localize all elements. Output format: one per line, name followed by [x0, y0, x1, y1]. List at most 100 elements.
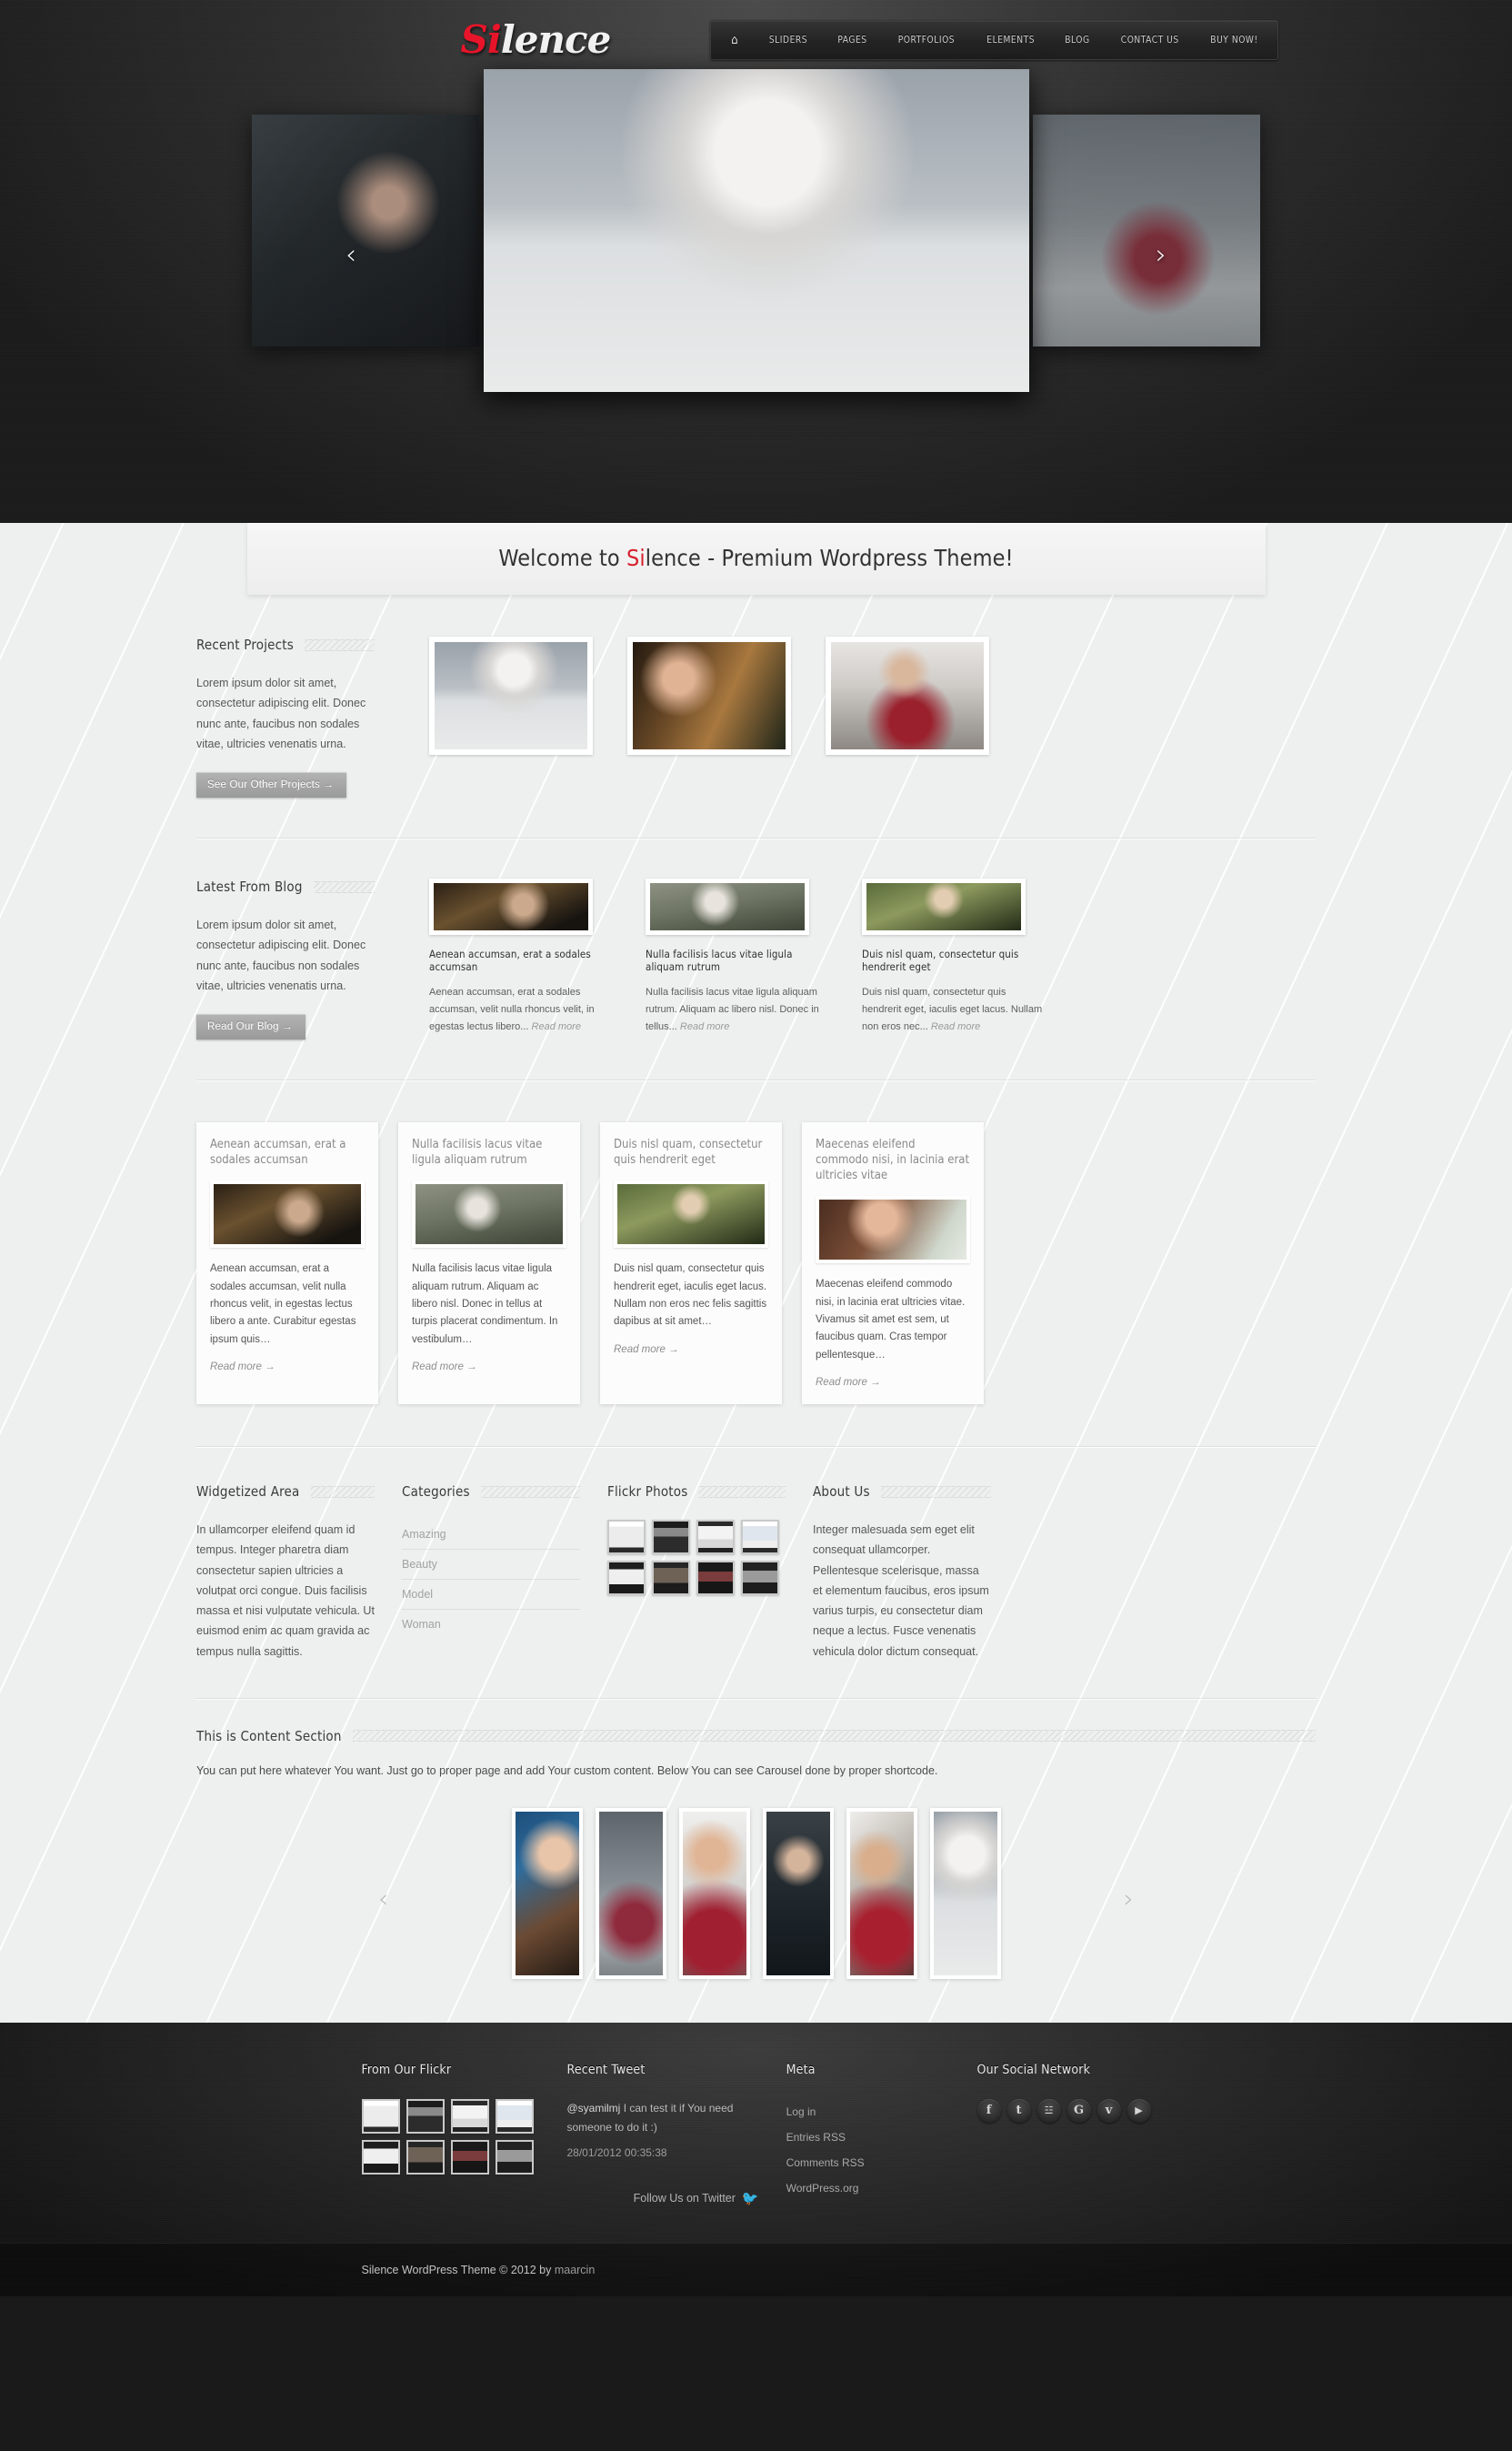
- carousel-item[interactable]: [762, 1807, 834, 1979]
- project-image: [633, 642, 786, 749]
- list-item: Comments RSS: [786, 2150, 950, 2175]
- carousel-item[interactable]: [846, 1807, 917, 1979]
- blog-post-thumb[interactable]: [646, 879, 809, 935]
- nav-item-elements[interactable]: ELEMENTS: [974, 21, 1046, 59]
- see-other-projects-button[interactable]: See Our Other Projects →: [196, 772, 347, 798]
- copyright-author[interactable]: maarcin: [555, 2264, 595, 2276]
- carousel-next-arrow-icon[interactable]: ›: [1124, 1885, 1134, 1912]
- read-our-blog-button[interactable]: Read Our Blog →: [196, 1014, 305, 1040]
- blog-post-title[interactable]: Aenean accumsan, erat a sodales accumsan: [429, 948, 611, 973]
- card-title[interactable]: Nulla facilisis lacus vitae ligula aliqu…: [412, 1137, 566, 1168]
- hero-slide-previous[interactable]: [252, 115, 479, 347]
- youtube-icon[interactable]: ▶: [1126, 2098, 1151, 2123]
- meta-link-comments-rss[interactable]: Comments RSS: [786, 2150, 950, 2175]
- google-icon[interactable]: G: [1066, 2098, 1091, 2123]
- nav-item-portfolios[interactable]: PORTFOLIOS: [886, 21, 967, 59]
- flickr-thumb[interactable]: [495, 2139, 534, 2175]
- flickr-thumb[interactable]: [741, 1520, 779, 1555]
- blog-read-more-link[interactable]: Read more: [532, 1021, 581, 1032]
- carousel-item[interactable]: [511, 1807, 583, 1979]
- facebook-icon[interactable]: f: [976, 2098, 1001, 2123]
- category-link-beauty[interactable]: Beauty: [402, 1550, 580, 1579]
- widget-body-text: In ullamcorper eleifend quam id tempus. …: [196, 1523, 375, 1658]
- main-navigation: ⌂ SLIDERS PAGES PORTFOLIOS ELEMENTS BLOG…: [710, 20, 1279, 60]
- site-logo[interactable]: Silence: [461, 21, 612, 59]
- flickr-thumb-image: [743, 1522, 777, 1553]
- blog-post-image: [650, 883, 805, 930]
- carousel-item[interactable]: [595, 1807, 666, 1979]
- project-thumb[interactable]: [627, 637, 791, 755]
- project-thumb[interactable]: [429, 637, 593, 755]
- carousel-item[interactable]: [678, 1807, 750, 1979]
- blog-post-thumb[interactable]: [429, 879, 593, 935]
- nav-item-pages[interactable]: PAGES: [825, 21, 879, 59]
- portfolio-card: Nulla facilisis lacus vitae ligula aliqu…: [398, 1122, 580, 1405]
- card-title[interactable]: Maecenas eleifend commodo nisi, in lacin…: [816, 1137, 970, 1183]
- card-title[interactable]: Aenean accumsan, erat a sodales accumsan: [210, 1137, 365, 1168]
- blog-post-title[interactable]: Duis nisl quam, consectetur quis hendrer…: [862, 948, 1044, 973]
- tweet-handle[interactable]: @syamilmj: [567, 2102, 621, 2114]
- category-link-amazing[interactable]: Amazing: [402, 1520, 580, 1549]
- follow-twitter-link[interactable]: Follow Us on Twitter 🐦: [567, 2190, 759, 2206]
- nav-item-buy-now[interactable]: BUY NOW!: [1198, 21, 1271, 59]
- flickr-thumb[interactable]: [361, 2098, 400, 2134]
- category-link-woman[interactable]: Woman: [402, 1610, 580, 1639]
- flickr-thumb[interactable]: [450, 2098, 489, 2134]
- card-thumb[interactable]: [816, 1196, 970, 1264]
- flickr-thumb[interactable]: [741, 1561, 779, 1596]
- flickr-thumb[interactable]: [652, 1561, 690, 1596]
- blog-post-thumb[interactable]: [862, 879, 1026, 935]
- site-footer: From Our Flickr Recent Tweet @syamilmj I…: [0, 2023, 1512, 2296]
- meta-link-entries-rss[interactable]: Entries RSS: [786, 2125, 950, 2150]
- card-title[interactable]: Duis nisl quam, consectetur quis hendrer…: [614, 1137, 768, 1168]
- project-thumb[interactable]: [826, 637, 989, 755]
- card-excerpt: Nulla facilisis lacus vitae ligula aliqu…: [412, 1263, 558, 1345]
- flickr-thumb[interactable]: [607, 1561, 646, 1596]
- nav-item-contact-us[interactable]: CONTACT US: [1108, 21, 1192, 59]
- hero-slide-next[interactable]: [1033, 115, 1260, 347]
- list-item: Entries RSS: [786, 2125, 950, 2150]
- flickr-thumb[interactable]: [406, 2098, 445, 2134]
- tweet-body: @syamilmj I can test it if You need some…: [567, 2099, 759, 2137]
- card-thumb[interactable]: [210, 1180, 365, 1249]
- widget-heading: Flickr Photos: [607, 1483, 786, 1500]
- meta-link-login[interactable]: Log in: [786, 2099, 950, 2125]
- flickr-thumb[interactable]: [450, 2139, 489, 2175]
- title-hatch-decoration: [352, 1730, 1316, 1743]
- flickr-thumb[interactable]: [696, 1561, 735, 1596]
- blog-read-more-link[interactable]: Read more: [680, 1021, 729, 1032]
- card-read-more-link[interactable]: Read more →: [412, 1361, 566, 1372]
- card-thumb[interactable]: [412, 1180, 566, 1249]
- hero-next-arrow-icon[interactable]: ›: [1156, 242, 1167, 269]
- carousel-prev-arrow-icon[interactable]: ‹: [378, 1885, 388, 1912]
- nav-item-blog[interactable]: BLOG: [1053, 21, 1103, 59]
- welcome-banner: Welcome to Silence - Premium Wordpress T…: [246, 523, 1266, 595]
- flickr-thumb[interactable]: [652, 1520, 690, 1555]
- latest-blog-grid: Aenean accumsan, erat a sodales accumsan…: [429, 879, 1044, 1040]
- card-read-more-link[interactable]: Read more →: [210, 1361, 365, 1372]
- blog-post-title[interactable]: Nulla facilisis lacus vitae ligula aliqu…: [646, 948, 827, 973]
- rss-icon[interactable]: ☳: [1036, 2098, 1061, 2123]
- twitter-icon[interactable]: t: [1006, 2098, 1031, 2123]
- hero-prev-arrow-icon[interactable]: ‹: [345, 242, 356, 269]
- blog-read-more-link[interactable]: Read more: [931, 1021, 980, 1032]
- flickr-thumb[interactable]: [406, 2139, 445, 2175]
- portfolio-cards-section: Aenean accumsan, erat a sodales accumsan…: [0, 1080, 1512, 1446]
- latest-blog-intro: Latest From Blog Lorem ipsum dolor sit a…: [196, 879, 375, 1040]
- hero-slide-current[interactable]: [483, 69, 1029, 392]
- meta-link-wordpress-org[interactable]: WordPress.org: [786, 2175, 950, 2201]
- nav-item-home[interactable]: ⌂: [716, 21, 752, 60]
- flickr-thumb[interactable]: [495, 2098, 534, 2134]
- flickr-thumb[interactable]: [696, 1520, 735, 1555]
- nav-item-sliders[interactable]: SLIDERS: [756, 21, 820, 59]
- flickr-thumb-grid: [607, 1520, 786, 1596]
- carousel-item[interactable]: [929, 1807, 1001, 1979]
- flickr-thumb[interactable]: [607, 1520, 646, 1555]
- card-thumb[interactable]: [614, 1180, 768, 1249]
- category-link-model[interactable]: Model: [402, 1580, 580, 1609]
- card-read-more-link[interactable]: Read more →: [614, 1344, 768, 1355]
- vimeo-icon[interactable]: v: [1096, 2098, 1121, 2123]
- project-image: [435, 642, 587, 749]
- flickr-thumb[interactable]: [361, 2139, 400, 2175]
- card-read-more-link[interactable]: Read more →: [816, 1377, 970, 1388]
